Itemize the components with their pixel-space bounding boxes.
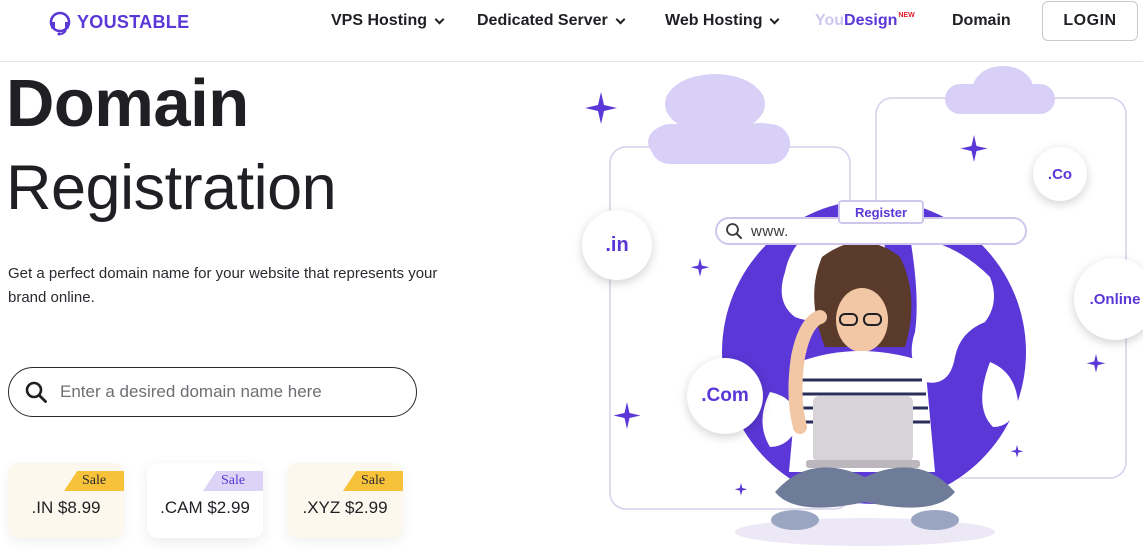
price-card-cam[interactable]: Sale .CAM $2.99	[147, 463, 263, 538]
price-card-xyz[interactable]: Sale .XYZ $2.99	[287, 463, 403, 538]
nav-youdesign[interactable]: You Design NEW	[815, 0, 915, 42]
nav-youdesign-you: You	[815, 12, 845, 29]
search-icon	[726, 223, 742, 239]
cloud-icon	[648, 74, 790, 164]
hero-title-line1: Domain	[6, 66, 249, 141]
illustration-graphic	[585, 66, 1127, 546]
hero-description: Get a perfect domain name for your websi…	[8, 265, 438, 306]
cloud-icon	[945, 66, 1055, 114]
domain-search-input[interactable]	[60, 382, 400, 402]
nav-web-hosting[interactable]: Web Hosting	[665, 0, 780, 42]
sale-badge: Sale	[343, 471, 403, 491]
nav-youdesign-design: Design	[844, 12, 898, 29]
nav-domain[interactable]: Domain	[952, 0, 1011, 42]
nav-domain-label: Domain	[952, 12, 1011, 29]
nav-dedicated-label: Dedicated Server	[477, 12, 608, 29]
sale-badge: Sale	[203, 471, 263, 491]
site-header: YOUSTABLE VPS Hosting Dedicated Server W…	[0, 0, 1143, 62]
price-card-label: .CAM $2.99	[160, 498, 250, 517]
register-button: Register	[838, 200, 924, 224]
www-text: www.	[751, 222, 789, 240]
chevron-down-icon	[615, 14, 626, 24]
price-card-label: .XYZ $2.99	[302, 498, 388, 517]
nav-vps-hosting[interactable]: VPS Hosting	[331, 0, 445, 42]
tld-bubble-in: .in	[582, 210, 652, 280]
sale-badge: Sale	[64, 471, 124, 491]
brand-name: YOUSTABLE	[77, 11, 190, 32]
chevron-down-icon	[434, 14, 445, 24]
nav-dedicated-server[interactable]: Dedicated Server	[477, 0, 626, 42]
tld-bubble-co: .Co	[1033, 147, 1087, 201]
tld-bubble-com: .Com	[687, 358, 763, 434]
login-button[interactable]: LOGIN	[1042, 1, 1138, 41]
chevron-down-icon	[770, 14, 780, 24]
brand-logo[interactable]: YOUSTABLE	[46, 8, 189, 36]
new-badge: NEW	[898, 11, 915, 19]
nav-vps-label: VPS Hosting	[331, 12, 428, 29]
search-icon	[25, 381, 47, 403]
hero-title-line2: Registration	[6, 153, 337, 223]
price-card-label: .IN $8.99	[31, 498, 101, 517]
domain-illustration: www. Register .in .Co .Online .Com	[570, 62, 1143, 550]
domain-search-box[interactable]	[8, 367, 417, 417]
price-card-in[interactable]: Sale .IN $8.99	[8, 463, 124, 538]
nav-web-label: Web Hosting	[665, 12, 763, 29]
headset-logo-icon	[49, 11, 71, 36]
